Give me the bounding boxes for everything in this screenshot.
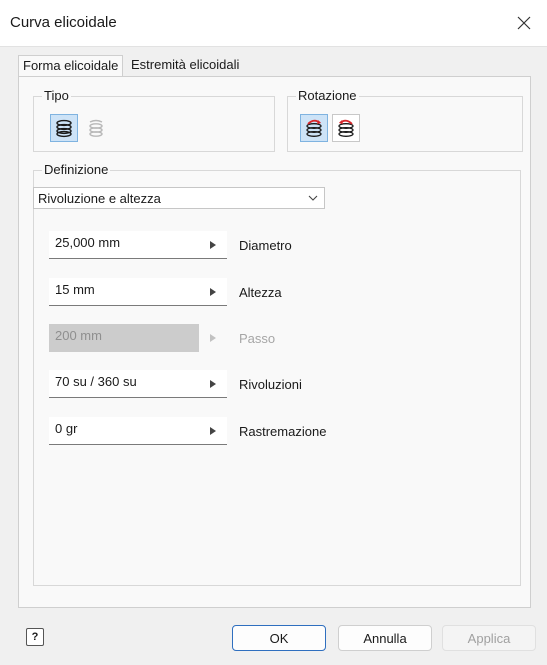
diametro-input[interactable]: 25,000 mm <box>49 231 199 259</box>
tab-forma-elicoidale[interactable]: Forma elicoidale <box>18 55 124 77</box>
help-button[interactable]: ? <box>26 628 44 646</box>
cancel-button[interactable]: Annulla <box>338 625 432 651</box>
rivoluzioni-arrow-button[interactable] <box>199 370 227 398</box>
diametro-arrow-button[interactable] <box>199 231 227 259</box>
tipo-group: Tipo <box>33 88 275 152</box>
rotazione-label: Rotazione <box>296 88 359 104</box>
window-title: Curva elicoidale <box>10 14 117 31</box>
apply-button: Applica <box>442 625 536 651</box>
coil-icon <box>56 119 72 138</box>
tipo-label: Tipo <box>42 88 71 104</box>
rotation-counterclockwise-button[interactable] <box>332 114 360 142</box>
definition-select[interactable]: Rivoluzione e altezza <box>33 187 325 209</box>
diametro-label: Diametro <box>239 238 292 253</box>
definition-select-value: Rivoluzione e altezza <box>38 191 161 206</box>
play-arrow-icon <box>210 379 216 388</box>
rivoluzioni-label: Rivoluzioni <box>239 377 302 392</box>
altezza-label: Altezza <box>239 285 282 300</box>
coil-type-button[interactable] <box>82 114 110 142</box>
play-arrow-icon <box>210 426 216 435</box>
chevron-down-icon <box>308 195 318 201</box>
rotazione-group: Rotazione <box>287 88 523 152</box>
rastremazione-input[interactable]: 0 gr <box>49 417 199 445</box>
play-arrow-icon <box>210 287 216 296</box>
altezza-input[interactable]: 15 mm <box>49 278 199 306</box>
rastremazione-arrow-button[interactable] <box>199 417 227 445</box>
tab-panel: Tipo Rotazione Definizione Rivoluzione e… <box>18 76 531 608</box>
play-arrow-icon <box>210 240 216 249</box>
tab-estremita-elicoidali[interactable]: Estremità elicoidali <box>127 55 243 75</box>
rotation-icon <box>306 119 322 137</box>
coil-icon <box>89 119 103 137</box>
title-bar: Curva elicoidale <box>0 0 547 47</box>
rastremazione-label: Rastremazione <box>239 424 327 439</box>
close-button[interactable] <box>501 0 547 46</box>
rotation-clockwise-button[interactable] <box>300 114 328 142</box>
rotation-icon <box>338 119 354 137</box>
passo-input: 200 mm <box>49 324 199 352</box>
definizione-label: Definizione <box>42 162 111 178</box>
passo-arrow-button <box>199 324 227 352</box>
rivoluzioni-input[interactable]: 70 su / 360 su <box>49 370 199 398</box>
close-icon <box>517 16 531 30</box>
passo-label: Passo <box>239 331 276 346</box>
ok-button[interactable]: OK <box>232 625 326 651</box>
coil-type-button-active[interactable] <box>50 114 78 142</box>
altezza-arrow-button[interactable] <box>199 278 227 306</box>
play-arrow-icon <box>210 334 216 342</box>
